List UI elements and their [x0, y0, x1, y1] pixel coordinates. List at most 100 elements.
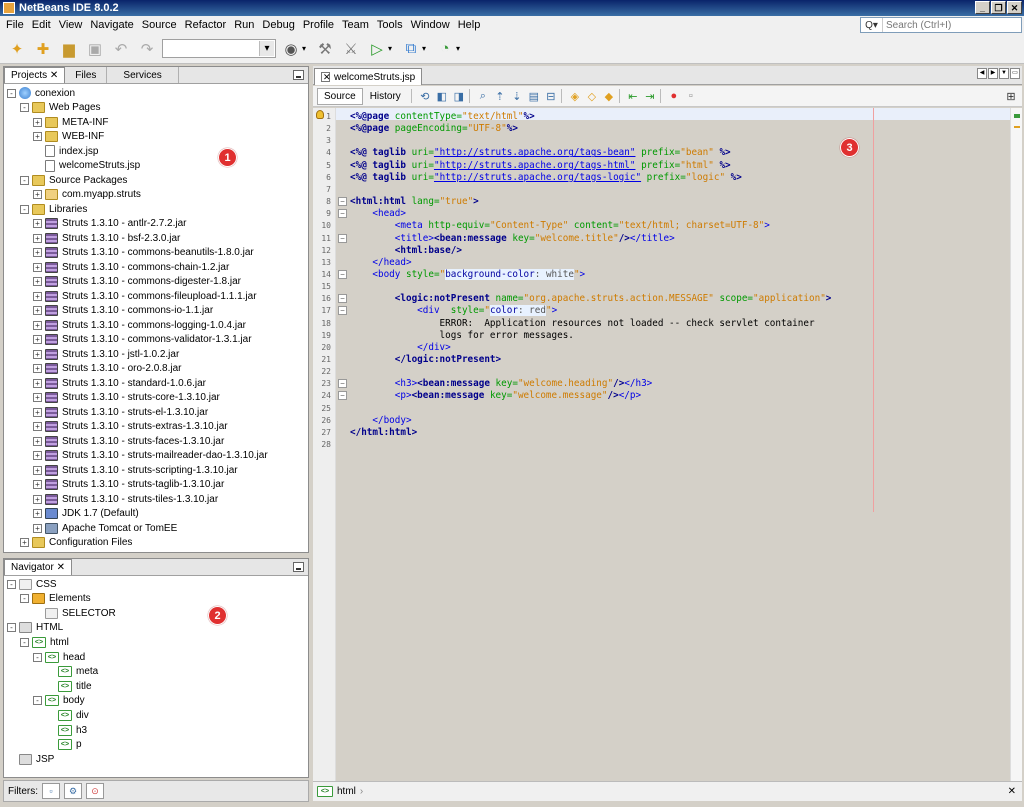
close-breadcrumb-icon[interactable]: ✕	[1008, 786, 1016, 797]
menu-help[interactable]: Help	[454, 19, 485, 31]
tree-node[interactable]: + Struts 1.3.10 - struts-extras-1.3.10.ja…	[33, 420, 228, 434]
tree-node[interactable]: + META-INF	[33, 115, 108, 129]
tree-node[interactable]: - Web Pages	[20, 101, 101, 115]
run-dropdown-icon[interactable]: ▾	[388, 44, 396, 53]
expand-icon[interactable]: +	[33, 132, 42, 141]
fold-toggle-icon[interactable]: −	[338, 391, 347, 401]
find-next-icon[interactable]: ⇣	[510, 89, 524, 103]
shift-left-icon[interactable]: ⇤	[626, 89, 640, 103]
tree-node[interactable]: + Struts 1.3.10 - struts-tiles-1.3.10.jar	[33, 492, 218, 506]
expand-icon[interactable]: +	[33, 509, 42, 518]
tree-node[interactable]: + Struts 1.3.10 - antlr-2.7.2.jar	[33, 217, 187, 231]
maximize-button[interactable]: ❐	[991, 1, 1006, 14]
tree-node[interactable]: - <> head	[33, 650, 85, 664]
fold-toggle-icon[interactable]: −	[338, 197, 347, 207]
expand-icon[interactable]: +	[33, 233, 42, 243]
menu-edit[interactable]: Edit	[28, 19, 55, 31]
run-icon[interactable]: ▷	[366, 38, 388, 60]
close-button[interactable]: ✕	[1007, 1, 1022, 14]
find-icon[interactable]: ⌕	[476, 89, 490, 103]
tree-node[interactable]: + Struts 1.3.10 - commons-digester-1.8.ja…	[33, 275, 241, 289]
fold-toggle-icon[interactable]: −	[338, 306, 347, 316]
fold-toggle-icon[interactable]: −	[338, 209, 347, 219]
code-editor[interactable]: <%@page contentType="text/html"%> <%@page…	[350, 108, 1010, 788]
menu-navigate[interactable]: Navigate	[86, 19, 137, 31]
menu-refactor[interactable]: Refactor	[181, 19, 231, 31]
menu-source[interactable]: Source	[138, 19, 181, 31]
expand-icon[interactable]: +	[33, 451, 42, 460]
expand-icon[interactable]: +	[33, 480, 42, 489]
expand-icon[interactable]: +	[33, 494, 42, 504]
fold-toggle-icon[interactable]: −	[338, 294, 347, 304]
debug-icon[interactable]: ⧉	[400, 38, 422, 60]
breadcrumb-html[interactable]: html	[337, 786, 356, 797]
tree-node[interactable]: welcomeStruts.jsp	[33, 159, 140, 173]
minimize-navigator-button[interactable]	[293, 562, 304, 572]
expand-icon[interactable]: +	[33, 465, 42, 475]
clean-build-icon[interactable]: ⚔	[340, 38, 362, 60]
expand-icon[interactable]: +	[33, 422, 42, 431]
maximize-editor-icon[interactable]: ▭	[1010, 68, 1020, 79]
tree-node[interactable]: + Struts 1.3.10 - commons-chain-1.2.jar	[33, 260, 229, 274]
tree-node[interactable]: - CSS	[7, 577, 57, 591]
fold-toggle-icon[interactable]: −	[338, 379, 347, 389]
expand-icon[interactable]: +	[33, 523, 42, 533]
tree-node[interactable]: + WEB-INF	[33, 130, 104, 144]
tree-node[interactable]: + Struts 1.3.10 - struts-el-1.3.10.jar	[33, 405, 208, 419]
profile-icon[interactable]: ◔	[434, 38, 456, 60]
collapse-icon[interactable]: -	[20, 204, 29, 214]
expand-icon[interactable]: +	[33, 378, 42, 388]
expand-icon[interactable]: +	[33, 393, 42, 402]
tree-node[interactable]: + JDK 1.7 (Default)	[33, 507, 139, 521]
scroll-tabs-right-icon[interactable]: ▶	[988, 68, 998, 79]
tree-node[interactable]: - Source Packages	[20, 173, 127, 187]
close-tab-icon[interactable]: ✕	[323, 71, 331, 83]
collapse-icon[interactable]: -	[20, 175, 29, 185]
expand-icon[interactable]: +	[33, 291, 42, 301]
collapse-icon[interactable]: -	[20, 637, 29, 647]
toggle-bookmark-icon[interactable]: ◆	[602, 89, 616, 103]
collapse-icon[interactable]: -	[33, 652, 42, 662]
toggle-rect-select-icon[interactable]: ⊟	[544, 89, 558, 103]
collapse-icon[interactable]: -	[33, 696, 42, 706]
tab-files[interactable]: Files	[65, 67, 108, 83]
expand-icon[interactable]: +	[33, 219, 42, 228]
debug-dropdown-icon[interactable]: ▾	[422, 44, 430, 53]
tab-services[interactable]: Services	[107, 67, 179, 83]
tree-node[interactable]: + Configuration Files	[20, 536, 132, 550]
next-bookmark-icon[interactable]: ◇	[585, 89, 599, 103]
menu-debug[interactable]: Debug	[258, 19, 298, 31]
minimize-pane-button[interactable]	[293, 70, 304, 80]
new-file-icon[interactable]: ✦	[6, 38, 28, 60]
expand-icon[interactable]: +	[33, 117, 42, 127]
filter-button-3-icon[interactable]: ⊙	[86, 783, 104, 799]
editor-tab-welcomestruts[interactable]: welcomeStruts.jsp ✕	[314, 68, 423, 85]
expand-icon[interactable]: +	[33, 190, 42, 199]
expand-icon[interactable]: +	[33, 277, 42, 286]
browser-dropdown-icon[interactable]: ▾	[302, 44, 310, 53]
tree-node[interactable]: + Struts 1.3.10 - commons-fileupload-1.1.…	[33, 289, 257, 303]
history-view-tab[interactable]: History	[363, 88, 408, 105]
tree-node[interactable]: + Struts 1.3.10 - jstl-1.0.2.jar	[33, 347, 179, 361]
tree-node[interactable]: + Struts 1.3.10 - struts-mailreader-dao-1…	[33, 449, 268, 463]
tree-node[interactable]: + Struts 1.3.10 - struts-taglib-1.3.10.ja…	[33, 478, 224, 492]
tree-node[interactable]: + Struts 1.3.10 - standard-1.0.6.jar	[33, 376, 206, 390]
tree-node[interactable]: <> p	[46, 738, 82, 752]
tree-node[interactable]: + Struts 1.3.10 - struts-faces-1.3.10.jar	[33, 434, 224, 448]
expand-icon[interactable]: +	[33, 248, 42, 257]
open-project-icon[interactable]: ▆	[58, 38, 80, 60]
build-icon[interactable]: ⚒	[314, 38, 336, 60]
menu-team[interactable]: Team	[338, 19, 373, 31]
tree-node[interactable]: - HTML	[7, 621, 63, 635]
hint-bulb-icon[interactable]	[316, 110, 324, 119]
tree-node[interactable]: - Elements	[20, 592, 91, 606]
collapse-icon[interactable]: -	[20, 594, 29, 604]
toggle-highlight-icon[interactable]: ▤	[527, 89, 541, 103]
editor-error-stripe[interactable]	[1010, 108, 1022, 788]
new-project-icon[interactable]: ✚	[32, 38, 54, 60]
filter-button-1-icon[interactable]: ▫	[42, 783, 60, 799]
tree-node[interactable]: + Struts 1.3.10 - struts-scripting-1.3.10…	[33, 463, 238, 477]
show-opened-documents-icon[interactable]: ▼	[999, 68, 1009, 79]
tree-node[interactable]: - conexion	[7, 86, 75, 100]
collapse-icon[interactable]: -	[20, 103, 29, 112]
